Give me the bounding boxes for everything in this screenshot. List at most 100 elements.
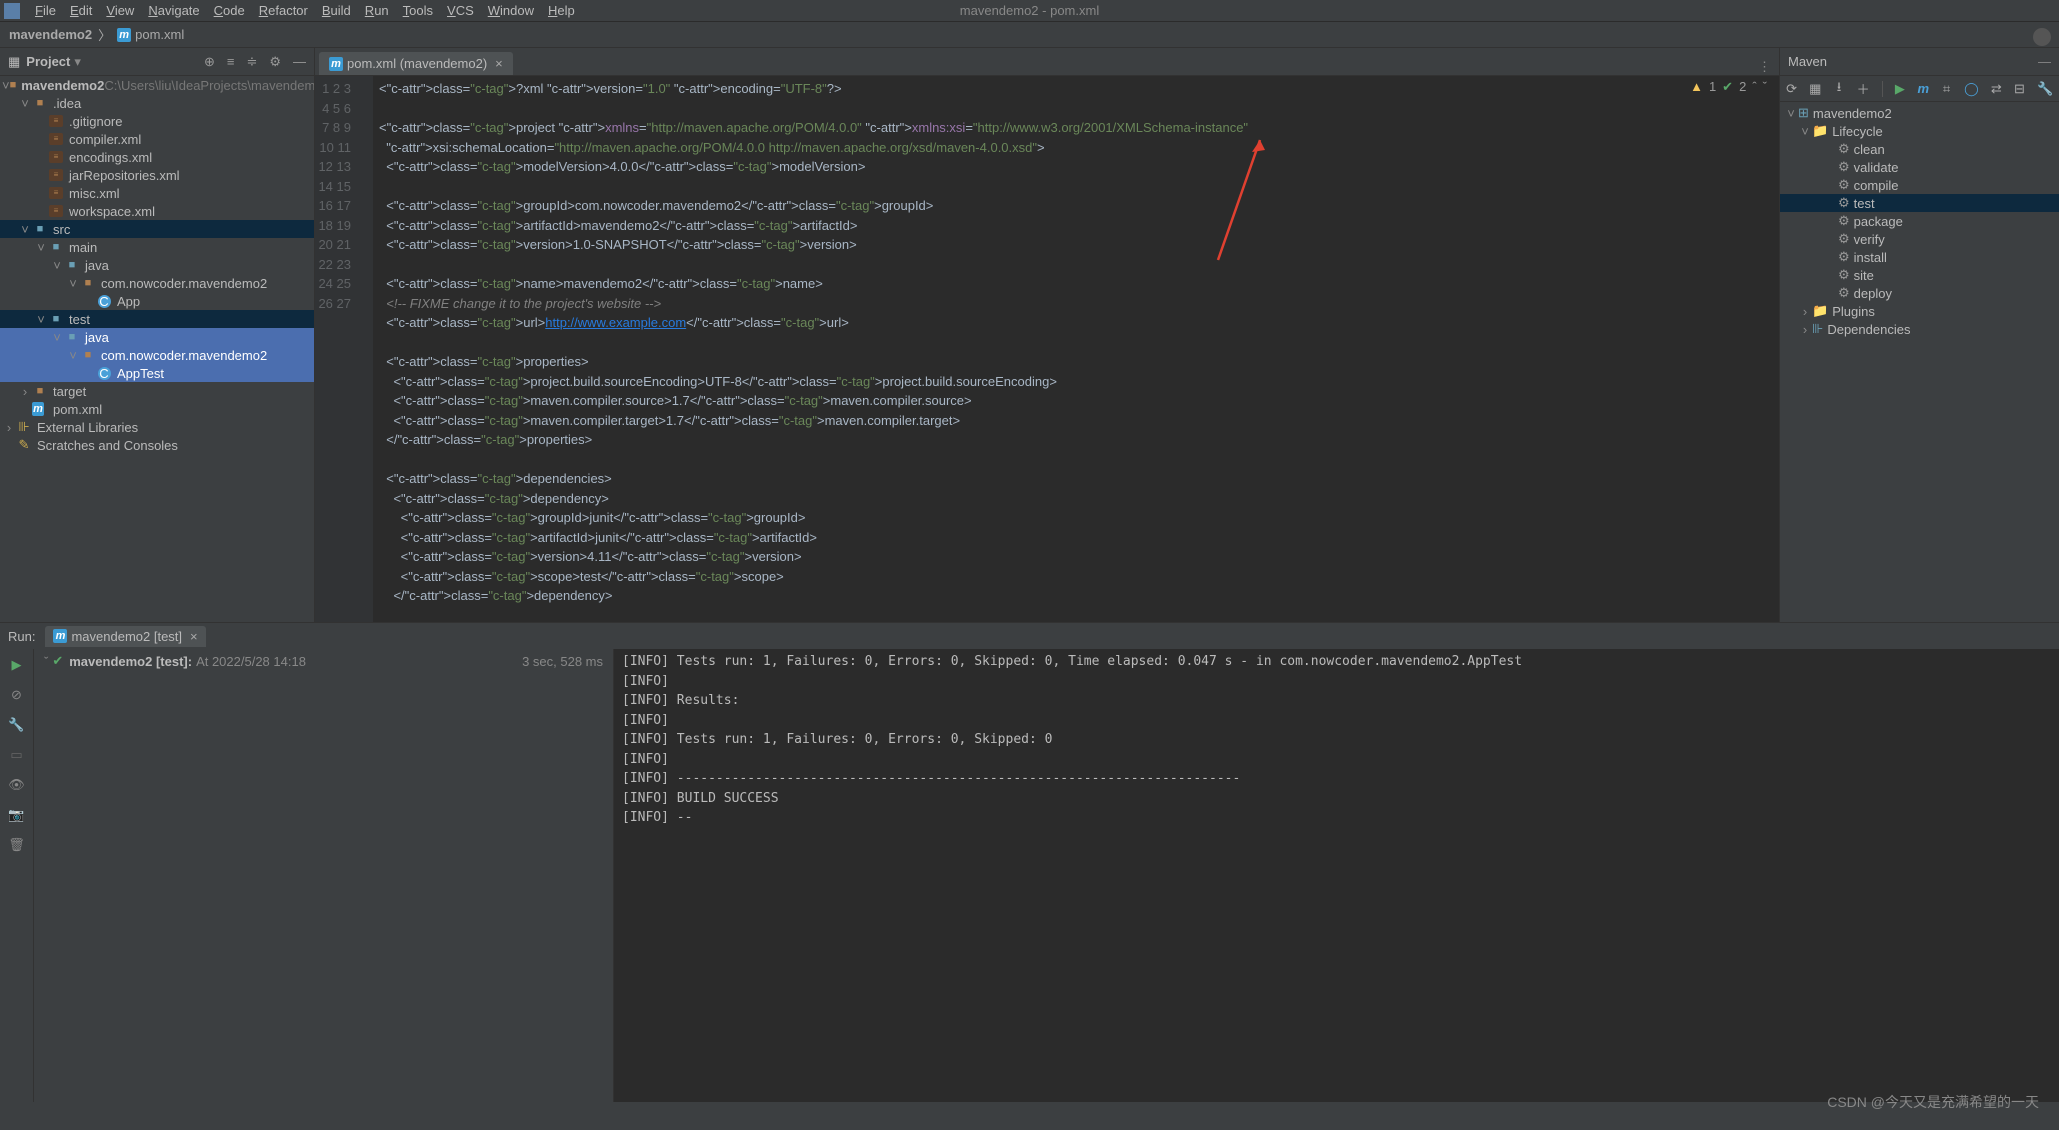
tree-item[interactable]: ≡workspace.xml (0, 202, 314, 220)
chevron-up-icon[interactable]: ˆ (1752, 79, 1756, 95)
maven-item-mavendemo2[interactable]: ˅⊞mavendemo2 (1780, 104, 2059, 122)
layout-icon[interactable]: ▭ (10, 747, 22, 763)
close-icon[interactable]: × (190, 629, 198, 644)
wrench-icon[interactable]: 🔧 (8, 717, 24, 733)
menu-refactor[interactable]: Refactor (252, 3, 315, 18)
run-tab[interactable]: m mavendemo2 [test] × (45, 626, 205, 647)
reload-icon[interactable]: ⟳ (1786, 81, 1797, 97)
crumb-root[interactable]: mavendemo2 (6, 27, 95, 42)
maven-item-package[interactable]: ⚙package (1780, 212, 2059, 230)
menu-run[interactable]: Run (358, 3, 396, 18)
maven-item-lifecycle[interactable]: ˅📁Lifecycle (1780, 122, 2059, 140)
maven-icon: m (329, 57, 343, 71)
line-gutter[interactable]: 1 2 3 4 5 6 7 8 9 10 11 12 13 14 15 16 1… (315, 76, 359, 622)
code-text[interactable]: <"c-attr">class="c-tag">?xml "c-attr">ve… (373, 76, 1779, 622)
pin-icon[interactable]: 👁 (8, 777, 25, 793)
run-tool-window: Run: m mavendemo2 [test] × ▶ ⊘ 🔧 ▭ 👁 📷 🗑… (0, 622, 2059, 1102)
chevron-down-icon[interactable]: ˇ (1763, 79, 1767, 95)
maven-m-icon[interactable]: m (1917, 81, 1929, 96)
menu-file[interactable]: File (28, 3, 63, 18)
run-side-toolbar: ▶ ⊘ 🔧 ▭ 👁 📷 🗑 (0, 649, 34, 1102)
menu-view[interactable]: View (99, 3, 141, 18)
menu-code[interactable]: Code (207, 3, 252, 18)
chevron-down-icon[interactable]: ▾ (74, 54, 81, 70)
tree-item[interactable]: ˅■com.nowcoder.mavendemo2 (0, 346, 314, 364)
project-tree[interactable]: ˅■mavendemo2 C:\Users\liu\IdeaProjects\m… (0, 76, 314, 622)
editor-tab[interactable]: m pom.xml (mavendemo2) × (319, 52, 513, 75)
tree-item[interactable]: ✎Scratches and Consoles (0, 436, 314, 454)
tree-item[interactable]: ˅■java (0, 256, 314, 274)
maven-item-verify[interactable]: ⚙verify (1780, 230, 2059, 248)
chevron-down-icon[interactable]: ˇ (44, 654, 48, 669)
tree-item[interactable]: CApp (0, 292, 314, 310)
run-label: Run: (8, 629, 35, 644)
tree-item[interactable]: ≡misc.xml (0, 184, 314, 202)
maven-item-test[interactable]: ⚙test (1780, 194, 2059, 212)
tree-item[interactable]: ˅■mavendemo2 C:\Users\liu\IdeaProjects\m… (0, 76, 314, 94)
tree-item[interactable]: ˅■.idea (0, 94, 314, 112)
download-icon[interactable]: ⭳ (1833, 78, 1844, 100)
tree-item[interactable]: ›■target (0, 382, 314, 400)
add-icon[interactable]: ＋ (1857, 79, 1870, 98)
maven-item-clean[interactable]: ⚙clean (1780, 140, 2059, 158)
locate-icon[interactable]: ⊕ (204, 54, 215, 70)
tree-item[interactable]: ≡encodings.xml (0, 148, 314, 166)
tree-item[interactable]: ˅■main (0, 238, 314, 256)
fold-gutter[interactable] (359, 76, 373, 622)
maven-icon: m (53, 629, 67, 643)
hide-icon[interactable]: — (293, 54, 306, 70)
menu-vcs[interactable]: VCS (440, 3, 481, 18)
check-icon: ✔ (52, 653, 63, 669)
collapse-all-icon[interactable]: ⊟ (2014, 81, 2025, 97)
maven-item-validate[interactable]: ⚙validate (1780, 158, 2059, 176)
tree-item[interactable]: ˅■com.nowcoder.mavendemo2 (0, 274, 314, 292)
avatar[interactable] (2033, 28, 2051, 46)
toggle-icon[interactable]: ⇄ (1991, 81, 2002, 97)
maven-item-plugins[interactable]: ›📁Plugins (1780, 302, 2059, 320)
expand-icon[interactable]: ≑ (246, 54, 257, 70)
maven-item-dependencies[interactable]: ›⊪Dependencies (1780, 320, 2059, 338)
hide-icon[interactable]: — (2038, 54, 2051, 69)
maven-item-compile[interactable]: ⚙compile (1780, 176, 2059, 194)
menu-navigate[interactable]: Navigate (141, 3, 206, 18)
maven-item-install[interactable]: ⚙install (1780, 248, 2059, 266)
gear-icon[interactable]: ⚙ (269, 54, 281, 70)
watermark: CSDN @今天又是充满希望的一天 (1827, 1092, 2039, 1112)
tree-item[interactable]: ˅■test (0, 310, 314, 328)
crumb-file[interactable]: mpom.xml (114, 27, 187, 43)
generate-icon[interactable]: ▦ (1809, 81, 1821, 97)
project-tool-window: ▦ Project ▾ ⊕ ≡ ≑ ⚙ — ˅■mavendemo2 C:\Us… (0, 48, 315, 622)
tree-item[interactable]: ›⊪External Libraries (0, 418, 314, 436)
camera-icon[interactable]: 📷 (8, 807, 24, 823)
collapse-icon[interactable]: ≡ (227, 54, 235, 70)
project-title[interactable]: Project (26, 54, 70, 69)
tree-item[interactable]: ˅■java (0, 328, 314, 346)
run-icon[interactable]: ▶ (1894, 81, 1905, 97)
tree-item[interactable]: ˅■src (0, 220, 314, 238)
project-selector-icon[interactable]: ▦ (8, 54, 20, 70)
tree-item[interactable]: ≡.gitignore (0, 112, 314, 130)
inspection-hints[interactable]: ▲1 ✔2 ˆ ˇ (1690, 79, 1767, 95)
maven-item-deploy[interactable]: ⚙deploy (1780, 284, 2059, 302)
maven-tree[interactable]: ˅⊞mavendemo2˅📁Lifecycle⚙clean⚙validate⚙c… (1780, 102, 2059, 338)
tree-item[interactable]: mpom.xml (0, 400, 314, 418)
tree-item[interactable]: CAppTest (0, 364, 314, 382)
menu-build[interactable]: Build (315, 3, 358, 18)
menu-help[interactable]: Help (541, 3, 582, 18)
stop-icon[interactable]: ⊘ (11, 687, 22, 703)
run-console[interactable]: [INFO] Tests run: 1, Failures: 0, Errors… (614, 649, 2059, 1102)
tree-item[interactable]: ≡compiler.xml (0, 130, 314, 148)
trash-icon[interactable]: 🗑 (8, 837, 25, 853)
maven-item-site[interactable]: ⚙site (1780, 266, 2059, 284)
skip-tests-icon[interactable]: ⌗ (1941, 81, 1952, 97)
tree-item[interactable]: ≡jarRepositories.xml (0, 166, 314, 184)
tab-actions-icon[interactable]: ⋮ (1758, 59, 1779, 75)
menu-edit[interactable]: Edit (63, 3, 99, 18)
menu-tools[interactable]: Tools (396, 3, 440, 18)
rerun-icon[interactable]: ▶ (12, 657, 22, 673)
offline-icon[interactable]: ◯ (1964, 81, 1979, 97)
close-icon[interactable]: × (495, 56, 503, 71)
run-test-tree[interactable]: ˇ ✔ mavendemo2 [test]: At 2022/5/28 14:1… (34, 649, 614, 1102)
settings-icon[interactable]: 🔧 (2037, 81, 2053, 97)
menu-window[interactable]: Window (481, 3, 541, 18)
